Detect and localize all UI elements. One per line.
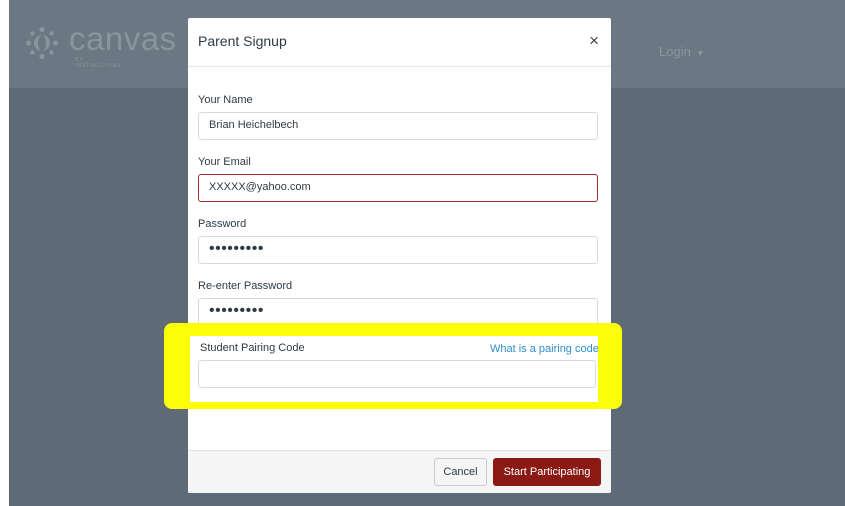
pairing-code-label: Student Pairing Code: [200, 342, 305, 354]
reenter-password-label: Re-enter Password: [198, 280, 293, 292]
logo-subtext: BY INSTRUCTURE: [75, 57, 122, 69]
parent-signup-modal: Parent Signup × Your Name Brian Heichelb…: [188, 18, 611, 493]
reenter-password-value: •••••••••: [209, 302, 264, 319]
cancel-button[interactable]: Cancel: [434, 458, 487, 486]
email-value: XXXXX@yahoo.com: [209, 181, 311, 193]
password-value: •••••••••: [209, 240, 264, 257]
caret-down-icon: ▼: [695, 48, 705, 58]
modal-title: Parent Signup: [198, 33, 287, 49]
password-label: Password: [198, 218, 247, 230]
email-field[interactable]: XXXXX@yahoo.com: [198, 174, 598, 202]
name-field[interactable]: Brian Heichelbech: [198, 112, 598, 140]
name-value: Brian Heichelbech: [209, 119, 299, 131]
pairing-code-input[interactable]: [198, 360, 596, 388]
modal-footer: Cancel Start Participating: [188, 450, 611, 493]
reenter-password-field[interactable]: •••••••••: [198, 298, 598, 326]
canvas-logo-icon: [25, 26, 59, 60]
start-participating-button[interactable]: Start Participating: [493, 458, 601, 486]
logo-text: canvas: [69, 20, 177, 57]
login-label: Login: [659, 44, 691, 59]
login-menu[interactable]: Login ▼: [659, 44, 705, 59]
modal-header: Parent Signup ×: [188, 18, 611, 67]
password-field[interactable]: •••••••••: [198, 236, 598, 264]
pairing-code-help-link[interactable]: What is a pairing code?: [490, 343, 598, 355]
email-label: Your Email: [198, 156, 251, 168]
close-icon[interactable]: ×: [589, 32, 599, 49]
name-label: Your Name: [198, 94, 253, 106]
